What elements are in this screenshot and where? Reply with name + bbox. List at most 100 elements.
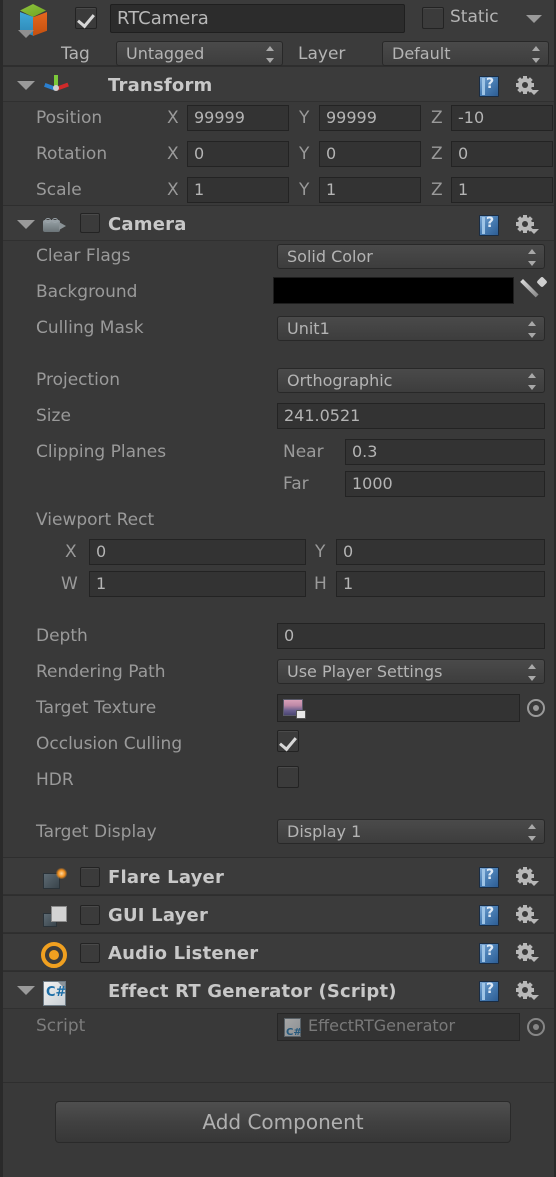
rotation-z-axis-label: Z: [431, 144, 443, 164]
viewport-y-input[interactable]: 0: [336, 539, 545, 565]
background-color-swatch[interactable]: [273, 277, 514, 304]
hdr-label: HDR: [36, 770, 74, 790]
rotation-x-axis-label: X: [167, 144, 179, 164]
gui-layer-component-header[interactable]: GUI Layer: [3, 895, 554, 933]
viewport-w-input[interactable]: 1: [89, 571, 306, 597]
static-checkbox[interactable]: [422, 7, 444, 29]
projection-value: Orthographic: [287, 371, 393, 390]
projection-dropdown[interactable]: Orthographic: [277, 368, 545, 393]
flare-layer-title: Flare Layer: [108, 867, 225, 888]
rotation-label: Rotation: [36, 144, 108, 164]
culling-mask-dropdown[interactable]: Unit1: [277, 316, 545, 341]
clear-flags-value: Solid Color: [287, 247, 373, 266]
script-component-header[interactable]: Effect RT Generator (Script): [3, 971, 554, 1009]
gui-layer-title: GUI Layer: [108, 905, 209, 926]
gear-icon[interactable]: [515, 867, 539, 888]
camera-foldout-icon[interactable]: [17, 220, 35, 229]
transform-body: Position X 99999 Y 99999 Z -10 Rotation …: [3, 102, 554, 205]
layer-dropdown[interactable]: Default: [382, 41, 549, 66]
gear-icon[interactable]: [515, 76, 539, 97]
script-foldout-icon[interactable]: [17, 986, 35, 995]
script-object-picker-icon[interactable]: [527, 1018, 545, 1036]
layer-label: Layer: [298, 44, 346, 64]
target-display-dropdown[interactable]: Display 1: [277, 819, 545, 844]
audio-listener-enabled-checkbox[interactable]: [80, 943, 100, 963]
target-texture-label: Target Texture: [36, 698, 157, 718]
occlusion-culling-checkbox[interactable]: [277, 730, 299, 752]
clear-flags-dropdown[interactable]: Solid Color: [277, 244, 545, 269]
help-book-icon[interactable]: [479, 905, 499, 926]
viewport-x-input[interactable]: 0: [89, 539, 306, 565]
csharp-script-icon: [284, 1018, 302, 1040]
depth-label: Depth: [36, 626, 88, 646]
add-component-area: Add Component: [3, 1082, 554, 1177]
target-texture-object-picker-icon[interactable]: [527, 699, 545, 717]
occlusion-culling-label: Occlusion Culling: [36, 734, 183, 754]
flare-layer-enabled-checkbox[interactable]: [80, 867, 100, 887]
script-component-title: Effect RT Generator (Script): [108, 981, 397, 1002]
rotation-y-axis-label: Y: [299, 144, 310, 164]
scale-x-input[interactable]: 1: [187, 177, 289, 203]
scale-y-axis-label: Y: [299, 180, 310, 200]
camera-enabled-checkbox[interactable]: [80, 213, 100, 233]
flare-layer-component-header[interactable]: Flare Layer: [3, 857, 554, 895]
audio-listener-icon: [41, 942, 67, 968]
transform-component-header[interactable]: Transform: [3, 66, 554, 102]
rendering-path-dropdown[interactable]: Use Player Settings: [277, 659, 545, 684]
updown-arrows-icon: [528, 664, 537, 681]
help-book-icon[interactable]: [479, 981, 499, 1002]
cube-icon[interactable]: [13, 2, 57, 46]
tag-dropdown[interactable]: Untagged: [116, 41, 283, 66]
size-input[interactable]: 241.0521: [277, 403, 545, 429]
help-book-icon[interactable]: [479, 867, 499, 888]
viewport-x-label: X: [65, 542, 77, 562]
position-label: Position: [36, 108, 103, 128]
axis-gizmo-icon: [43, 75, 71, 97]
help-book-icon[interactable]: [479, 943, 499, 964]
add-component-button[interactable]: Add Component: [55, 1101, 511, 1143]
static-dropdown-arrow-icon[interactable]: [526, 15, 542, 23]
near-input[interactable]: 0.3: [345, 439, 545, 465]
far-input[interactable]: 1000: [345, 471, 545, 497]
rendering-path-value: Use Player Settings: [287, 662, 443, 681]
gear-icon[interactable]: [515, 943, 539, 964]
help-book-icon[interactable]: [479, 76, 499, 97]
target-display-value: Display 1: [287, 822, 362, 841]
camera-component-header[interactable]: Camera: [3, 205, 554, 241]
viewport-y-label: Y: [315, 542, 326, 562]
gear-icon[interactable]: [515, 981, 539, 1002]
transform-foldout-icon[interactable]: [17, 81, 35, 90]
help-book-icon[interactable]: [479, 215, 499, 236]
position-z-axis-label: Z: [431, 108, 443, 128]
audio-listener-title: Audio Listener: [108, 943, 259, 964]
camera-title: Camera: [108, 214, 187, 235]
hdr-checkbox[interactable]: [277, 766, 299, 788]
clipping-planes-label: Clipping Planes: [36, 442, 167, 462]
position-y-input[interactable]: 99999: [319, 105, 421, 131]
gameobject-enabled-checkbox[interactable]: [75, 7, 97, 29]
background-label: Background: [36, 282, 138, 302]
position-z-input[interactable]: -10: [451, 105, 553, 131]
gameobject-header: Static Tag Untagged Layer Default: [3, 0, 554, 66]
rotation-y-input[interactable]: 0: [319, 141, 421, 167]
target-texture-field[interactable]: [277, 694, 520, 722]
script-object-field[interactable]: EffectRTGenerator: [277, 1013, 520, 1041]
position-y-axis-label: Y: [299, 108, 310, 128]
gui-layer-enabled-checkbox[interactable]: [80, 905, 100, 925]
rotation-z-input[interactable]: 0: [451, 141, 553, 167]
viewport-h-input[interactable]: 1: [336, 571, 545, 597]
position-x-axis-label: X: [167, 108, 179, 128]
eyedropper-icon[interactable]: [520, 276, 548, 303]
gui-layer-icon: [43, 906, 69, 928]
position-x-input[interactable]: 99999: [187, 105, 289, 131]
gear-icon[interactable]: [515, 905, 539, 926]
gear-icon[interactable]: [515, 215, 539, 236]
rotation-x-input[interactable]: 0: [187, 141, 289, 167]
audio-listener-component-header[interactable]: Audio Listener: [3, 933, 554, 971]
gameobject-name-input[interactable]: [110, 4, 405, 33]
chevron-down-icon[interactable]: [18, 30, 34, 38]
updown-arrows-icon: [528, 824, 537, 841]
depth-input[interactable]: 0: [277, 623, 545, 649]
scale-y-input[interactable]: 1: [319, 177, 421, 203]
scale-z-input[interactable]: 1: [451, 177, 553, 203]
